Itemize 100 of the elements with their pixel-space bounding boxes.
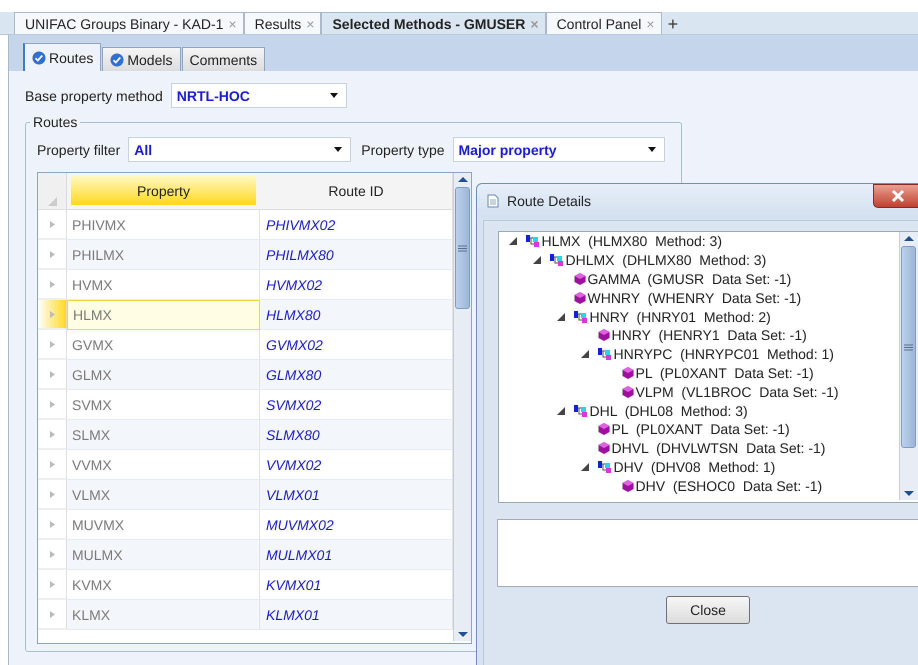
row-header[interactable] [38,420,67,450]
scrollbar[interactable] [453,173,471,641]
dropdown[interactable]: Major property [452,137,665,162]
table-cell: HVMX [67,270,260,300]
close-button[interactable] [873,184,918,208]
cube-icon [620,478,634,493]
row-arrow-icon [48,280,56,288]
table-cell: HLMX [67,300,260,330]
row-header[interactable] [38,240,67,270]
caret-icon [330,93,338,98]
row-arrow-icon [48,550,56,558]
tree-node-label[interactable]: PL (PL0XANT Data Set: -1) [612,421,790,438]
expanded-arrow-icon[interactable] [580,462,588,471]
document-tab[interactable]: Selected Methods - GMUSER × [321,12,546,34]
tree-node-label[interactable]: HNRY (HENRY1 Data Set: -1) [612,327,807,344]
row-header[interactable] [38,360,67,390]
text-area[interactable] [496,519,918,587]
tree-node-label[interactable]: HLMX (HLMX80 Method: 3) [542,233,722,250]
row-header[interactable] [38,390,67,420]
tree-node-label[interactable]: HNRY (HNRY01 Method: 2) [590,308,771,325]
expanded-arrow-icon[interactable] [556,312,564,321]
cube-icon [596,422,610,436]
cube-icon [596,441,610,456]
corner-icon [48,197,56,206]
close-icon [891,190,905,202]
table-cell: SLMX80 [260,420,453,450]
cube-icon [572,290,586,305]
row-header[interactable] [38,450,67,480]
expanded-arrow-icon[interactable] [556,406,564,415]
row-header[interactable] [38,210,67,240]
page-tab[interactable]: Routes [23,43,102,71]
table-cell: GLMX [67,360,260,390]
method-icon [572,404,588,418]
grip-icon [458,244,467,252]
table-cell: KVMX [67,570,260,600]
row-header[interactable] [38,300,67,330]
caret-icon [648,147,656,152]
tree-node-label[interactable]: VLPM (VL1BROC Data Set: -1) [636,384,839,400]
tree-node-label[interactable]: DHV (DHV08 Method: 1) [614,458,776,475]
row-arrow-icon [48,370,56,378]
row-header[interactable] [38,270,67,300]
row-header[interactable] [38,480,67,510]
tree-node-label[interactable]: DHVL (DHVLWTSN Data Set: -1) [612,440,826,456]
row-arrow-icon [48,580,56,588]
method-icon [596,347,612,362]
table-cell: KLMX [67,600,260,630]
document-tab[interactable]: Control Panel × [546,12,662,34]
expanded-arrow-icon[interactable] [532,256,540,264]
row-header[interactable] [38,600,67,630]
document-tab[interactable]: UNIFAC Groups Binary - KAD-1 × [14,12,244,34]
row-arrow-icon [48,460,56,468]
row-arrow-icon [48,490,56,498]
group-title: Routes [30,114,80,130]
page-tab[interactable]: Comments [182,47,266,71]
document-tab[interactable]: Results × [244,12,322,34]
tree-node-label[interactable]: DHV (ESHOC0 Data Set: -1) [636,478,822,494]
tree-node-label[interactable]: HNRYPC (HNRYPC01 Method: 1) [614,346,834,362]
row-arrow-icon [48,250,56,258]
expanded-arrow-icon[interactable] [508,237,516,246]
tree-node-label[interactable]: PL (PL0XANT Data Set: -1) [636,364,814,381]
tree-node-label[interactable]: DHLMX (DHLMX80 Method: 3) [566,252,766,268]
field-label: Property type [361,142,445,158]
row-arrow-icon [48,400,56,408]
tab-label: UNIFAC Groups Binary - KAD-1 [25,16,224,32]
tree-node-label[interactable]: GAMMA (GMUSR Data Set: -1) [588,270,792,287]
tab-label: Control Panel [556,16,642,32]
row-header[interactable] [38,330,67,360]
tree-node-label[interactable]: DHL (DHL08 Method: 3) [590,402,748,419]
method-icon [548,253,564,268]
expanded-arrow-icon[interactable] [580,350,588,358]
method-icon [596,460,612,474]
table-cell: GVMX [67,330,260,360]
row-header[interactable] [38,570,67,600]
dropdown[interactable]: NRTL-HOC [170,83,347,108]
table-cell: VVMX [67,450,260,480]
dropdown[interactable]: All [128,137,352,162]
tree-node-label[interactable]: WHNRY (WHENRY Data Set: -1) [588,290,802,306]
checkmark-icon [110,52,124,66]
tab-label: Results [254,16,302,32]
method-icon [524,234,540,248]
tab-label: Selected Methods - GMUSER [332,16,526,32]
row-header[interactable] [38,540,67,570]
new-tab-button[interactable]: + [662,14,684,34]
page-tab[interactable]: Models [102,47,180,71]
table-cell: VVMX02 [260,450,453,480]
document-icon [487,194,499,208]
table-cell: PHIVMX02 [260,210,453,240]
table-cell: SLMX [67,420,260,450]
close-button[interactable]: Close [666,596,750,624]
method-icon [572,310,588,324]
row-header[interactable] [38,510,67,540]
table-cell: GLMX80 [260,360,453,390]
row-arrow-icon [48,310,56,318]
table-cell: KLMX01 [260,600,453,630]
row-arrow-icon [48,610,56,618]
table-cell: MUVMX [67,510,260,540]
scrollbar[interactable] [898,232,918,500]
field-label: Property filter [37,142,120,158]
table-cell: GVMX02 [260,330,453,360]
table-cell: SVMX [67,390,260,420]
